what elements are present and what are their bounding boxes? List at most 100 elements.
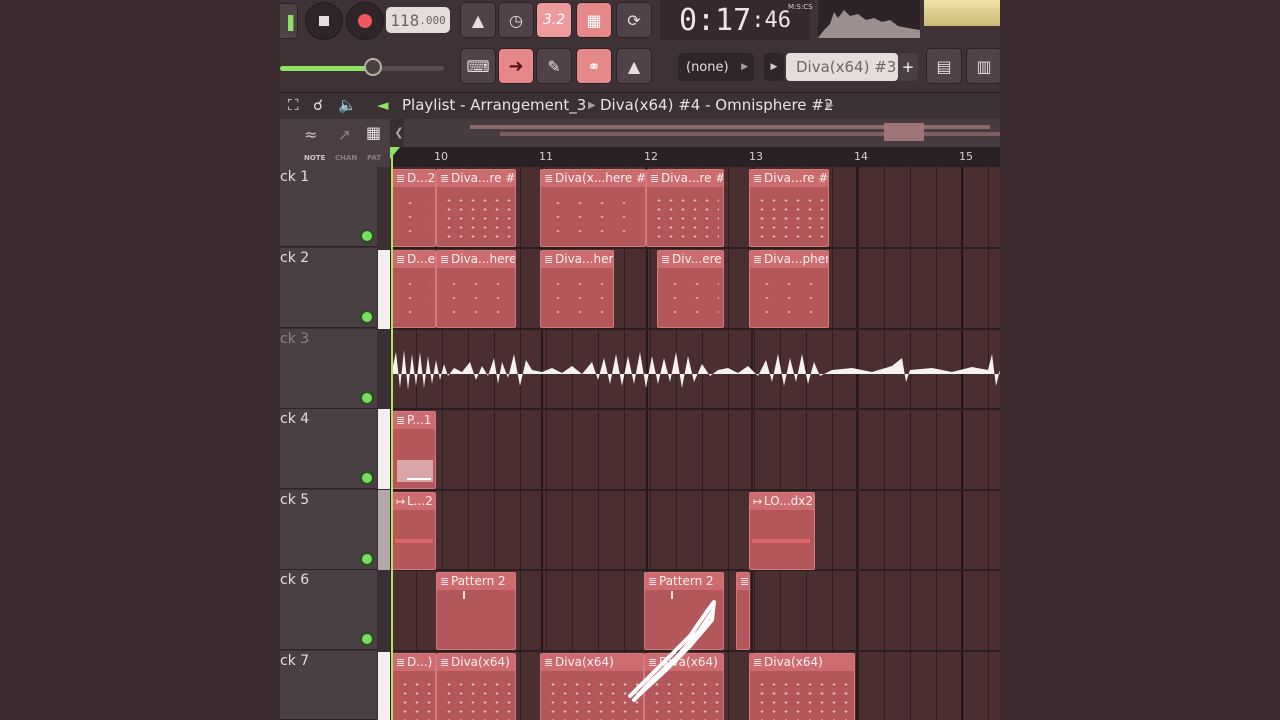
bar-number: 13 [749, 150, 763, 163]
snap-selector[interactable]: (none) ▶ [678, 53, 754, 81]
pattern-clip[interactable]: Diva...re #2 [436, 169, 516, 247]
time-ruler[interactable]: 10 11 12 13 14 15 [390, 147, 1000, 167]
audio-clip[interactable]: L...2 [392, 492, 436, 570]
link-icon: ⚭ [587, 56, 601, 76]
blend-notes-toggle[interactable]: ▦ [576, 2, 612, 38]
breadcrumb-separator-icon: ▶ [588, 100, 596, 111]
arrow-right-icon: ➜ [508, 55, 524, 77]
pattern-clip[interactable]: Div...ere [657, 250, 724, 328]
pencil-icon: ✎ [547, 56, 561, 76]
instrument-prev-button[interactable]: ▶ [764, 53, 784, 81]
track-header[interactable]: ck 3 [280, 329, 377, 409]
pattern-clip[interactable]: P...1 [392, 411, 436, 489]
playhead-marker-icon[interactable] [390, 147, 400, 159]
pattern-clip[interactable]: Diva...re #2 [646, 169, 724, 247]
pause-button[interactable]: ❚❚ [280, 3, 298, 39]
clip-note-line [407, 478, 431, 480]
clip-label: Diva(x64) [437, 654, 515, 671]
clip-label: Diva...re #2 [647, 170, 723, 187]
pattern-clip[interactable]: D...2 [392, 169, 436, 247]
pattern-clip[interactable]: Diva(x64) [436, 653, 516, 720]
pattern-clip[interactable]: Diva...here [436, 250, 516, 328]
track-header[interactable]: ck 6 [280, 570, 377, 650]
track-active-led[interactable] [360, 632, 374, 646]
clip-label [737, 573, 749, 590]
pattern-clip[interactable]: Diva(x64) [749, 653, 855, 720]
zoom-icon[interactable]: ☌ [313, 96, 323, 114]
track-active-led[interactable] [360, 471, 374, 485]
track-header[interactable]: ck 4 [280, 409, 377, 489]
mixer-icon: ▤ [936, 56, 952, 76]
piano-roll-button[interactable]: ▥ [966, 48, 1000, 84]
snap-toggle[interactable]: ✎ [536, 48, 572, 84]
instrument-selector[interactable]: Diva(x64) #3 [786, 53, 898, 81]
clip-label: D...e [393, 251, 435, 268]
audio-clip[interactable]: LO...dx2 [749, 492, 815, 570]
clip-label: Diva(x...here #2 [541, 170, 645, 187]
master-volume-knob[interactable] [364, 58, 382, 76]
track-name: ck 4 [280, 411, 310, 427]
track-header[interactable]: ck 1 [280, 167, 377, 247]
pattern-clip[interactable]: Pattern 2 [436, 572, 516, 650]
pattern-clip[interactable]: Diva...re #2 [749, 169, 829, 247]
track-active-led[interactable] [360, 229, 374, 243]
pattern-tool-icon[interactable]: ▦ [366, 123, 381, 142]
bar-number: 10 [434, 150, 448, 163]
bar-number: 11 [539, 150, 553, 163]
pattern-step-toggle[interactable]: 3.2 [536, 2, 572, 38]
fl-studio-window: ❚❚ 118.000 ▲ ◷ 3.2 ▦ ⟳ 0:17:46 M:S:CS ⌨ … [280, 0, 1000, 720]
bar-number: 15 [959, 150, 973, 163]
clip-notes [547, 277, 609, 323]
overview-viewport[interactable] [884, 123, 924, 141]
playlist-title-bar: ⛶ ☌ 🔈 ◄ Playlist - Arrangement_3 ▶ Diva(… [280, 93, 1000, 119]
arrangement-overview[interactable] [404, 119, 1000, 147]
loop-record-toggle[interactable]: ⟳ [616, 2, 652, 38]
play-arrow-icon[interactable]: ◄ [377, 96, 389, 114]
track-separator [390, 328, 1000, 330]
stop-icon [319, 16, 329, 26]
clip-notes [399, 277, 431, 323]
clip-label: Pattern 2 [645, 573, 723, 590]
pattern-clip[interactable]: D...) [392, 653, 436, 720]
waveform-tool-icon[interactable]: ≈ [304, 125, 317, 144]
track-active-led[interactable] [360, 391, 374, 405]
link-toggle[interactable]: ⚭ [576, 48, 612, 84]
fullscreen-icon[interactable]: ⛶ [288, 96, 299, 114]
automation-tool-icon[interactable]: ➚ [338, 125, 351, 144]
stop-button[interactable] [305, 2, 343, 40]
keyboard-icon: ⌨ [466, 56, 490, 76]
record-button[interactable] [346, 2, 384, 40]
chevron-left-icon: ❮ [394, 126, 404, 139]
clip-waveform-line [752, 539, 810, 543]
pattern-clip[interactable]: Diva...phere [749, 250, 829, 328]
playlist-channel[interactable]: Diva(x64) #4 - Omnisphere #2 [600, 96, 833, 114]
clip-note-mark [463, 591, 465, 599]
metronome-toggle[interactable]: ▲ [460, 2, 496, 38]
tempo-display[interactable]: 118.000 [386, 7, 450, 33]
clip-label: Diva...re #2 [750, 170, 828, 187]
pattern-clip[interactable]: Diva(x...here #2 [540, 169, 646, 247]
time-format-label: M:S:CS [788, 3, 813, 11]
pattern-clip[interactable]: D...e [392, 250, 436, 328]
track-header[interactable]: ck 7 [280, 651, 377, 720]
hat-button[interactable]: ▲ [616, 48, 652, 84]
pattern-clip[interactable] [736, 572, 750, 650]
speaker-icon[interactable]: 🔈 [338, 96, 357, 114]
add-instrument-button[interactable]: + [898, 53, 918, 81]
track-header[interactable]: ck 5 [280, 490, 377, 570]
step-edit-toggle[interactable]: ➜ [498, 48, 534, 84]
pat-tool-label: PAT [367, 154, 382, 162]
clip-notes [756, 680, 850, 720]
track-active-led[interactable] [360, 310, 374, 324]
typing-keyboard-toggle[interactable]: ⌨ [460, 48, 496, 84]
track-active-led[interactable] [360, 552, 374, 566]
track-header[interactable]: ck 2 [280, 248, 377, 328]
track-color-strip [378, 652, 390, 720]
playhead-line[interactable] [391, 147, 393, 720]
pattern-step-value: 3.2 [542, 12, 566, 28]
mixer-button[interactable]: ▤ [926, 48, 962, 84]
wait-input-toggle[interactable]: ◷ [498, 2, 534, 38]
pattern-clip[interactable]: Diva...here [540, 250, 614, 328]
audio-waveform[interactable] [392, 340, 1000, 400]
clip-notes [443, 680, 511, 720]
